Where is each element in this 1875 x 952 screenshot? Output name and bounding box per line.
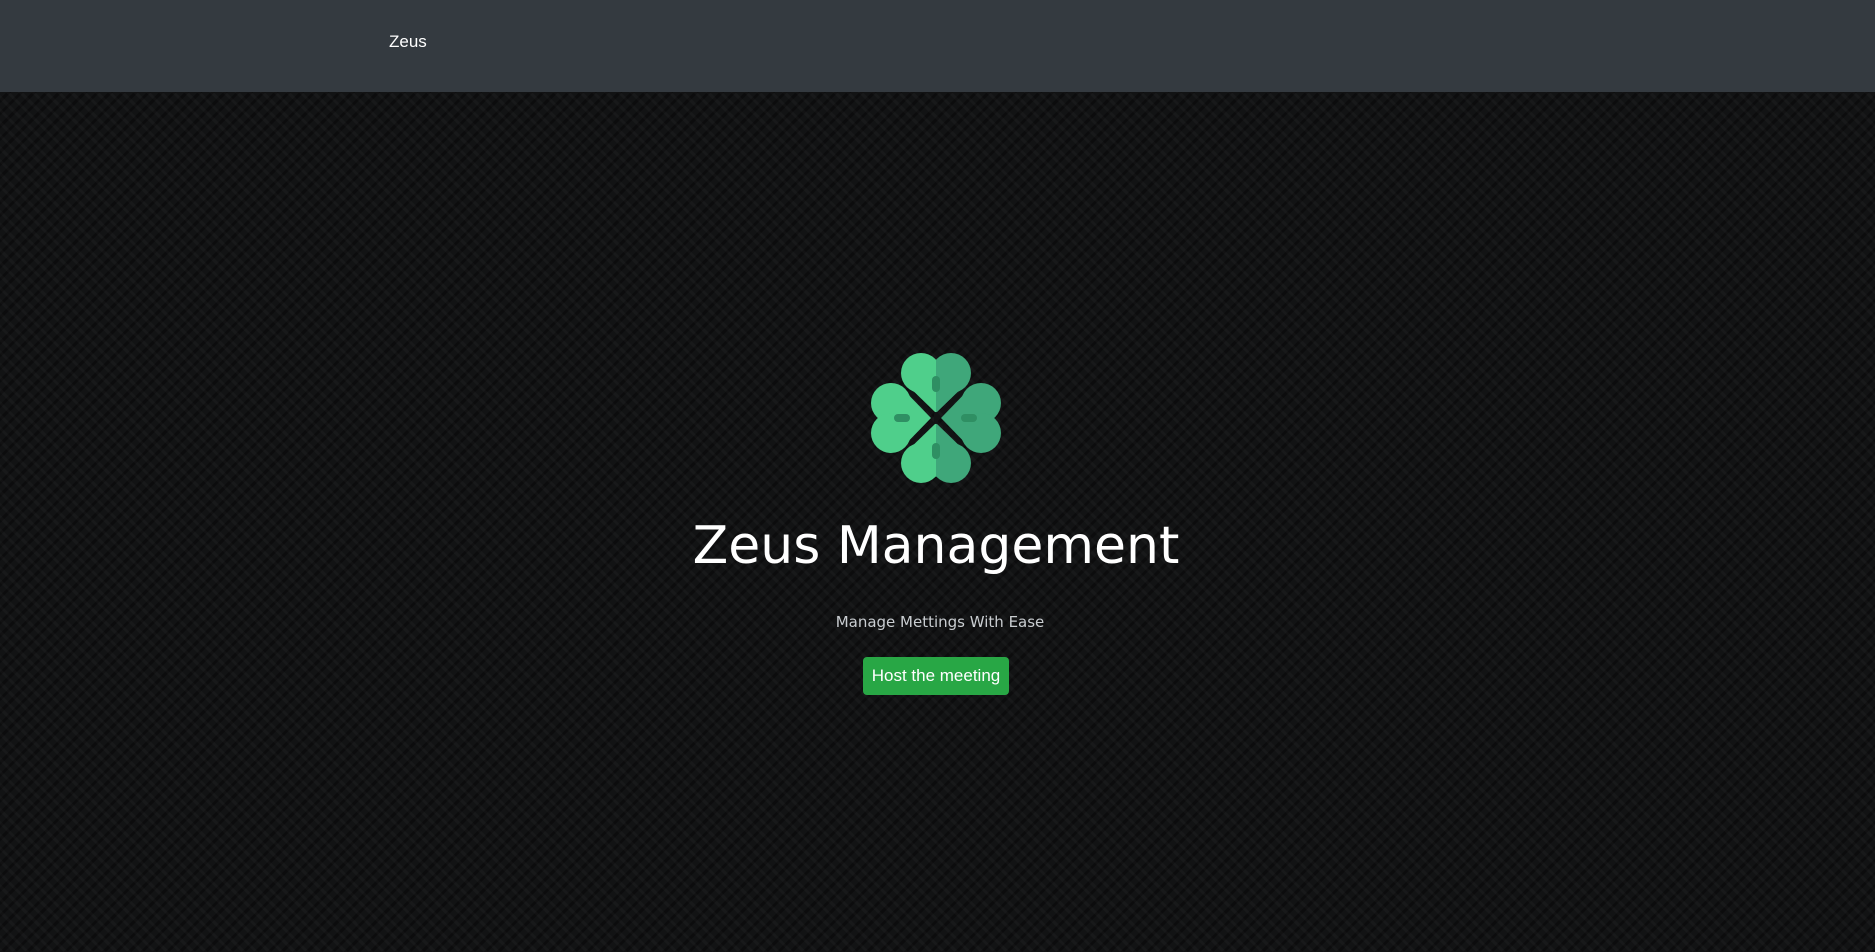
navbar-brand-link[interactable]: Zeus (389, 30, 427, 54)
clover-icon (869, 351, 1003, 485)
page-title: Zeus Management (692, 516, 1180, 576)
top-navbar: Zeus (0, 0, 1875, 92)
page-subtitle: Manage Mettings With Ease (835, 613, 1045, 631)
hero-section: Zeus Management Manage Mettings With Eas… (0, 92, 1875, 952)
host-meeting-button[interactable]: Host the meeting (863, 657, 1009, 695)
